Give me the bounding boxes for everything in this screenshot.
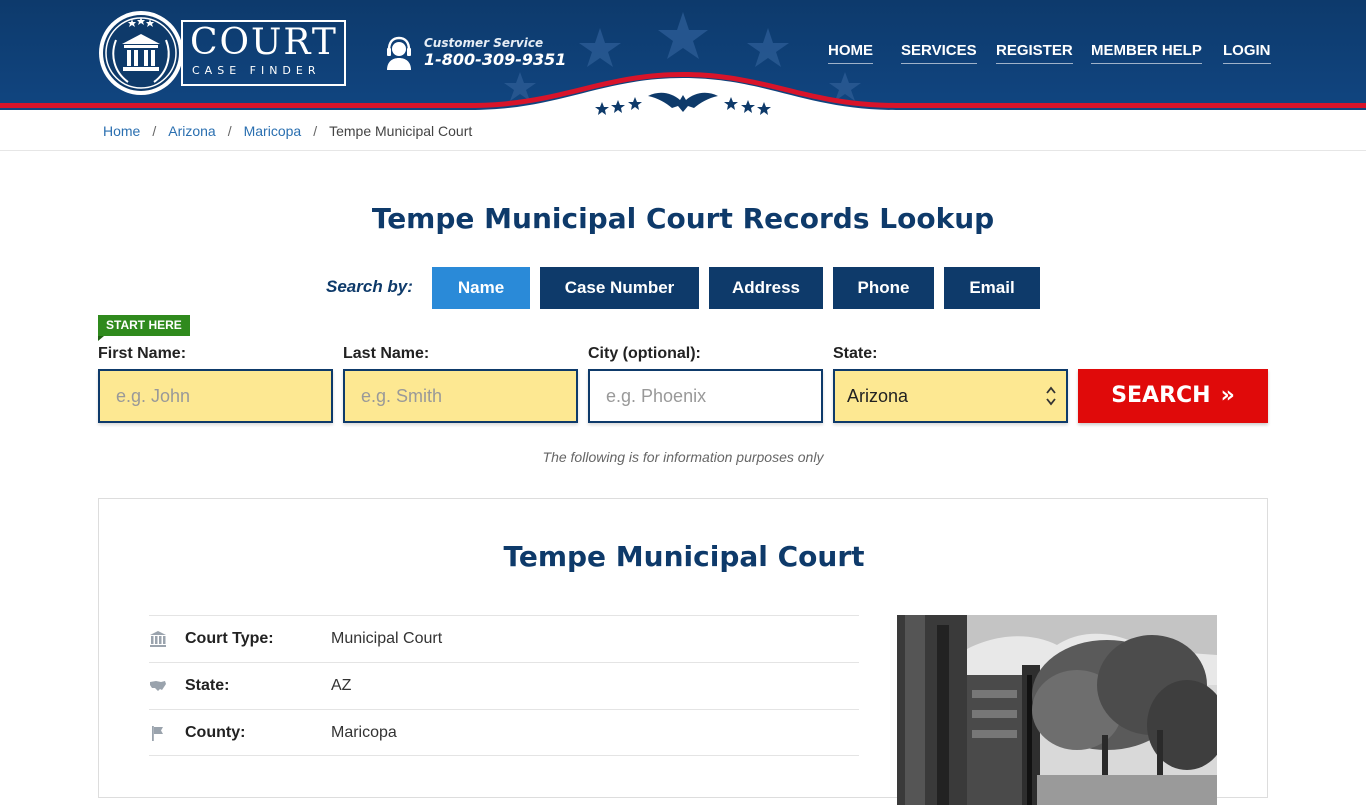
breadcrumb-separator: / [227,123,232,139]
court-type-value: Municipal Court [331,630,443,647]
breadcrumb-separator: / [313,123,318,139]
courthouse-icon [150,631,166,647]
first-name-label: First Name: [98,345,187,362]
site-header: COURT CASE FINDER Customer Service 1-800… [0,0,1366,118]
search-button[interactable]: SEARCH » [1078,369,1268,423]
nav-login[interactable]: LOGIN [1223,42,1271,64]
breadcrumb-arizona[interactable]: Arizona [168,123,215,139]
county-row: County: Maricopa [149,709,859,756]
tab-email[interactable]: Email [944,267,1040,309]
court-info-card: Tempe Municipal Court Court Type: Munici… [98,498,1268,805]
state-select[interactable]: Arizona [833,369,1068,423]
nav-services[interactable]: SERVICES [901,42,977,64]
last-name-input[interactable]: e.g. Smith [343,369,578,423]
state-key: State: [185,677,230,694]
breadcrumb-separator: / [152,123,157,139]
logo-tagline: CASE FINDER [192,64,321,77]
city-label: City (optional): [588,345,701,362]
county-key: County: [185,724,246,741]
state-label: State: [833,345,878,362]
breadcrumb-home[interactable]: Home [103,123,140,139]
breadcrumb: Home / Arizona / Maricopa / Tempe Municipal Co… [103,122,472,142]
start-here-badge: START HERE [98,315,190,341]
breadcrumb-divider [0,150,1366,151]
select-arrows-icon [1046,386,1056,406]
breadcrumb-maricopa[interactable]: Maricopa [244,123,302,139]
county-value: Maricopa [331,724,397,741]
state-select-value: Arizona [847,386,909,406]
state-value: AZ [331,677,352,694]
court-name: Tempe Municipal Court [503,540,865,573]
flag-icon [152,726,163,741]
double-chevron-right-icon: » [1220,383,1235,408]
tab-name[interactable]: Name [432,267,530,309]
tab-phone[interactable]: Phone [833,267,934,309]
us-map-icon [150,681,166,691]
page-title: Tempe Municipal Court Records Lookup [371,202,995,235]
search-button-label: SEARCH [1111,383,1211,408]
information-note: The following is for information purpose… [542,449,824,465]
tab-address[interactable]: Address [709,267,823,309]
breadcrumb-current: Tempe Municipal Court [329,123,473,139]
nav-home[interactable]: HOME [828,42,873,64]
main-nav: HOME SERVICES REGISTER MEMBER HELP LOGIN [0,42,1366,66]
state-row: State: AZ [149,662,859,709]
city-input[interactable]: e.g. Phoenix [588,369,823,423]
court-type-key: Court Type: [185,630,274,647]
courthouse-photo [897,615,1217,805]
nav-member-help[interactable]: MEMBER HELP [1091,42,1202,64]
tab-case-number[interactable]: Case Number [540,267,699,309]
first-name-input[interactable]: e.g. John [98,369,333,423]
last-name-label: Last Name: [343,345,430,362]
nav-register[interactable]: REGISTER [996,42,1073,64]
search-by-label: Search by: [326,277,413,296]
court-type-row: Court Type: Municipal Court [149,615,859,662]
